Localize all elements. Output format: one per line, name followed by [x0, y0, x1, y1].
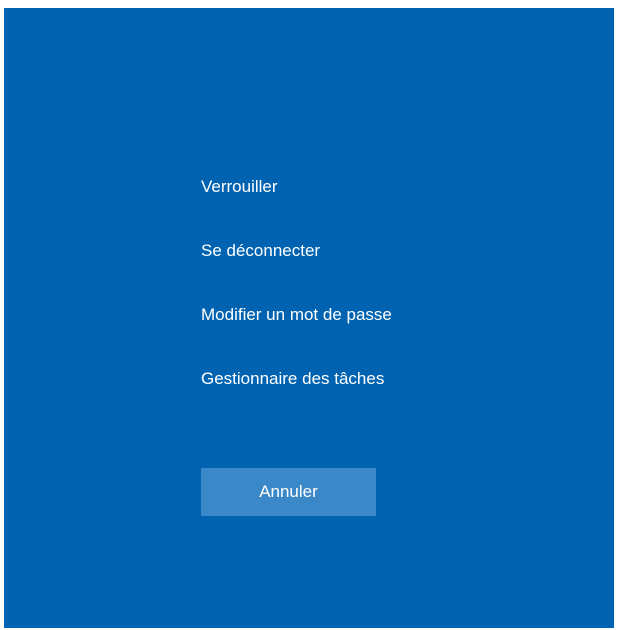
task-manager-option[interactable]: Gestionnaire des tâches [201, 368, 392, 390]
change-password-option[interactable]: Modifier un mot de passe [201, 304, 392, 326]
sign-out-option[interactable]: Se déconnecter [201, 240, 392, 262]
security-options-screen: Verrouiller Se déconnecter Modifier un m… [4, 8, 614, 628]
cancel-button[interactable]: Annuler [201, 468, 376, 516]
security-options-menu: Verrouiller Se déconnecter Modifier un m… [201, 176, 392, 390]
lock-option[interactable]: Verrouiller [201, 176, 392, 198]
